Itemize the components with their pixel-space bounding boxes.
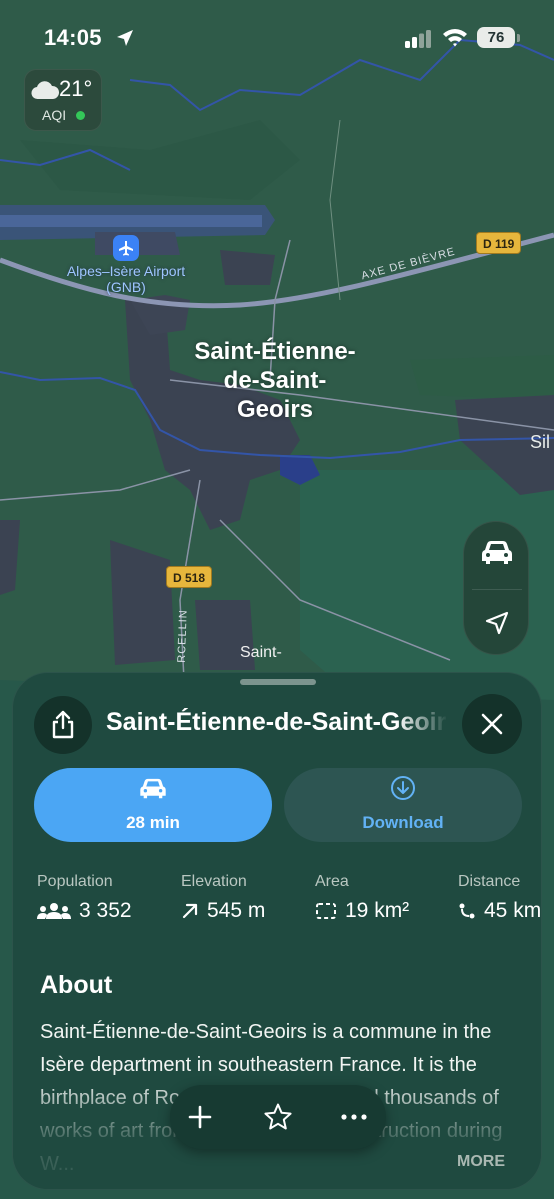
stat-label: Area xyxy=(315,873,349,890)
map-controls xyxy=(463,521,529,655)
airport-label[interactable]: Alpes–Isère Airport (GNB) xyxy=(60,263,192,295)
star-icon xyxy=(264,1103,292,1130)
sheet-grabber[interactable] xyxy=(240,679,316,685)
stat-label: Elevation xyxy=(181,873,247,890)
road-name-rcellin: RCELLIN xyxy=(175,609,190,663)
directions-button[interactable]: 28 min xyxy=(34,768,272,842)
battery-level: 76 xyxy=(477,27,515,48)
download-button[interactable]: Download xyxy=(284,768,522,842)
ellipsis-icon xyxy=(341,1114,367,1120)
more-options-button[interactable] xyxy=(336,1099,372,1135)
place-title: Saint-Étienne-de-Saint-Geoirs xyxy=(106,708,448,736)
weather-widget[interactable]: 21° AQI xyxy=(24,69,102,131)
aqi-status-dot xyxy=(76,111,85,120)
wifi-icon xyxy=(443,29,467,47)
plus-icon xyxy=(188,1105,212,1129)
directions-eta: 28 min xyxy=(126,813,180,832)
floating-action-bar xyxy=(170,1085,386,1149)
close-button[interactable] xyxy=(462,694,522,754)
car-icon[interactable] xyxy=(481,540,513,566)
stat-value: 45 km xyxy=(484,899,542,922)
stat-elevation: Elevation 545 m xyxy=(181,873,265,923)
share-icon xyxy=(52,710,74,739)
status-bar: 14:05 76 xyxy=(0,18,554,58)
about-heading: About xyxy=(40,971,113,999)
elevation-arrow-icon xyxy=(182,903,198,919)
controls-divider xyxy=(472,589,522,590)
stat-area: Area 19 km² xyxy=(315,873,409,923)
more-link[interactable]: MORE xyxy=(457,1153,505,1171)
download-label: Download xyxy=(362,813,444,832)
road-badge-d119: D 119 xyxy=(476,232,522,254)
stat-distance: Distance 45 km xyxy=(458,873,541,923)
car-icon xyxy=(140,778,166,799)
road-badge-d518: D 518 xyxy=(166,566,213,588)
location-arrow-icon xyxy=(117,30,133,46)
cloud-icon xyxy=(31,81,59,100)
aqi-label: AQI xyxy=(42,107,67,123)
stat-value: 545 m xyxy=(207,899,266,922)
people-icon xyxy=(37,903,71,919)
town-label[interactable]: Saint-Étienne-de-Saint-Geoirs xyxy=(190,337,360,424)
favorite-button[interactable] xyxy=(260,1099,296,1135)
area-icon xyxy=(316,903,336,919)
map-edge-label: Sil xyxy=(530,432,551,452)
stat-value: 3 352 xyxy=(79,899,132,922)
stat-value: 19 km² xyxy=(345,899,410,922)
stat-label: Distance xyxy=(458,873,521,890)
navigation-arrow-icon[interactable] xyxy=(484,610,510,636)
battery-nub xyxy=(517,34,520,42)
airport-icon[interactable] xyxy=(113,235,139,261)
download-icon xyxy=(391,776,415,800)
close-icon xyxy=(481,713,503,735)
nearby-town-label: Saint- xyxy=(240,644,282,661)
clock: 14:05 xyxy=(44,25,102,50)
share-button[interactable] xyxy=(34,696,92,754)
add-button[interactable] xyxy=(182,1099,218,1135)
cellular-signal-icon xyxy=(405,30,431,48)
stat-label: Population xyxy=(37,873,113,890)
distance-icon xyxy=(459,903,475,919)
stat-population: Population 3 352 xyxy=(37,873,132,923)
temperature: 21° xyxy=(59,76,93,101)
